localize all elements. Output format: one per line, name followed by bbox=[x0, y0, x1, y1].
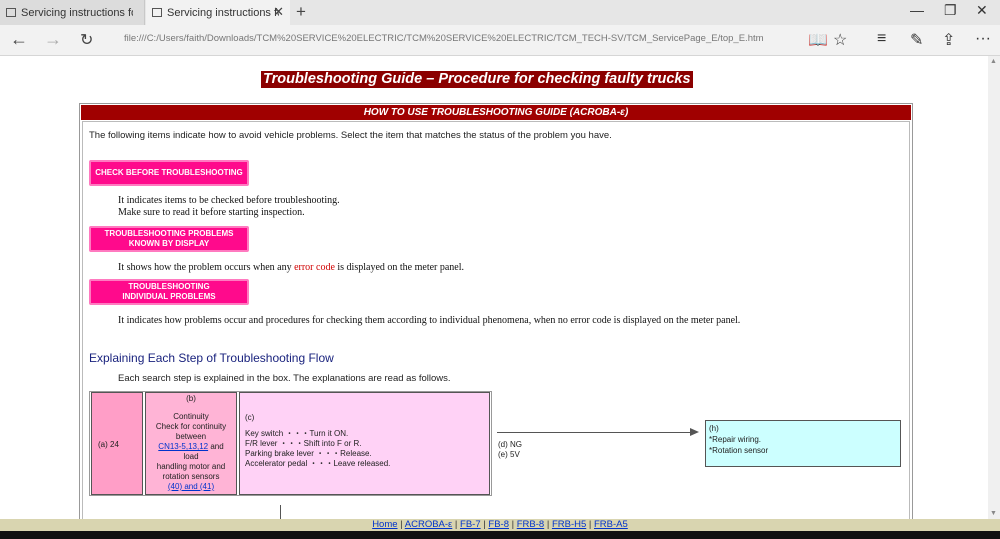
reading-view-icon[interactable]: 📖 bbox=[808, 30, 828, 50]
footer-link-frba5[interactable]: FRB-A5 bbox=[594, 519, 628, 530]
nav-bar: ← → ↻ file:///C:/Users/faith/Downloads/T… bbox=[0, 25, 1000, 56]
more-icon[interactable]: ··· bbox=[975, 30, 991, 48]
flow-arrow-line bbox=[497, 432, 695, 433]
footer-nav: Home | ACROBA-ε | FB-7 | FB-8 | FRB-8 | … bbox=[0, 519, 1000, 531]
sensor-link[interactable]: (40) and (41) bbox=[146, 482, 236, 492]
scrollbar[interactable]: ▲ ▼ bbox=[988, 56, 1000, 519]
page-title: Troubleshooting Guide – Procedure for ch… bbox=[261, 71, 693, 88]
flow-cell-b-line3: between bbox=[175, 432, 207, 441]
individual-problems-button[interactable]: TROUBLESHOOTING INDIVIDUAL PROBLEMS bbox=[89, 279, 249, 305]
tab-2-label: Servicing instructions for bbox=[167, 6, 279, 19]
flow-section-title: Explaining Each Step of Troubleshooting … bbox=[89, 351, 334, 365]
footer-link-acroba[interactable]: ACROBA-ε bbox=[405, 519, 453, 530]
display-desc: It shows how the problem occurs when any… bbox=[118, 262, 464, 273]
by-display-label-2: KNOWN BY DISPLAY bbox=[128, 239, 210, 248]
check-before-troubleshooting-button[interactable]: CHECK BEFORE TROUBLESHOOTING bbox=[89, 160, 249, 186]
ng-label: (d) NG bbox=[498, 440, 522, 449]
flow-cell-b: (b) Continuity Check for continuity betw… bbox=[145, 392, 237, 495]
flow-cell-c-line1: Key switch ・・・Turn it ON. bbox=[245, 429, 349, 438]
footer-link-home[interactable]: Home bbox=[372, 519, 397, 530]
individual-label-2: INDIVIDUAL PROBLEMS bbox=[122, 292, 216, 301]
individual-label-1: TROUBLESHOOTING bbox=[128, 282, 210, 291]
tab-1-label: Servicing instructions for elec bbox=[21, 6, 133, 19]
flow-cell-c-tag: (c) bbox=[245, 413, 255, 422]
scroll-down-icon[interactable]: ▼ bbox=[990, 510, 997, 517]
footer-link-fb8[interactable]: FB-8 bbox=[488, 519, 509, 530]
flow-vertical-line bbox=[280, 505, 281, 519]
back-icon[interactable]: ← bbox=[10, 29, 28, 50]
close-tab-icon[interactable]: ✕ bbox=[273, 4, 284, 20]
intro-text: The following items indicate how to avoi… bbox=[89, 130, 612, 141]
display-desc-pre: It shows how the problem occurs when any bbox=[118, 262, 295, 273]
tab-2[interactable]: Servicing instructions for ✕ bbox=[146, 0, 290, 25]
maximize-icon[interactable]: ❐ bbox=[944, 2, 957, 19]
flow-cell-b-tag: (b) bbox=[186, 394, 196, 403]
forward-icon[interactable]: → bbox=[44, 29, 62, 50]
check-desc-1: It indicates items to be checked before … bbox=[118, 195, 340, 206]
new-tab-icon[interactable]: + bbox=[296, 2, 306, 22]
error-code-text: error code bbox=[294, 262, 335, 273]
flow-cell-b-line1: Continuity bbox=[173, 412, 209, 421]
web-note-icon[interactable]: ✎ bbox=[910, 30, 923, 50]
footer-link-fb7[interactable]: FB-7 bbox=[460, 519, 481, 530]
flow-cell-a-text: (a) 24 bbox=[98, 440, 119, 449]
flow-intro: Each search step is explained in the box… bbox=[118, 373, 451, 384]
result-box: (h) *Repair wiring. *Rotation sensor bbox=[705, 420, 901, 467]
flow-cell-b-line6: rotation sensors bbox=[162, 472, 220, 481]
flow-cell-b-line5: handling motor and bbox=[156, 462, 226, 471]
check-before-label: CHECK BEFORE TROUBLESHOOTING bbox=[95, 168, 243, 177]
flow-cell-b-line2: Check for continuity bbox=[155, 422, 227, 431]
address-bar[interactable]: file:///C:/Users/faith/Downloads/TCM%20S… bbox=[124, 33, 804, 44]
scroll-up-icon[interactable]: ▲ bbox=[990, 58, 997, 65]
flow-cell-a: (a) 24 bbox=[91, 392, 143, 495]
result-tag: (h) bbox=[709, 424, 719, 433]
individual-desc: It indicates how problems occur and proc… bbox=[118, 315, 741, 326]
result-line1: *Repair wiring. bbox=[709, 435, 762, 444]
tab-bar: Servicing instructions for elec Servicin… bbox=[0, 0, 1000, 25]
connector-link[interactable]: CN13-5,13,12 bbox=[158, 442, 208, 451]
hub-icon[interactable]: ≡ bbox=[877, 30, 886, 48]
check-desc-2: Make sure to read it before starting ins… bbox=[118, 207, 305, 218]
page-icon bbox=[152, 8, 162, 17]
taskbar bbox=[0, 531, 1000, 539]
problems-by-display-button[interactable]: TROUBLESHOOTING PROBLEMS KNOWN BY DISPLA… bbox=[89, 226, 249, 252]
display-desc-post: is displayed on the meter panel. bbox=[334, 262, 465, 273]
flow-cell-b-and: and bbox=[208, 442, 224, 451]
flow-example-box: (a) 24 (b) Continuity Check for continui… bbox=[89, 391, 492, 496]
guide-header: HOW TO USE TROUBLESHOOTING GUIDE (ACROBA… bbox=[81, 105, 911, 120]
flow-arrow-head bbox=[690, 428, 699, 436]
tab-1[interactable]: Servicing instructions for elec bbox=[0, 0, 145, 25]
minimize-icon[interactable]: — bbox=[910, 2, 924, 18]
result-line2: *Rotation sensor bbox=[709, 446, 769, 455]
flow-cell-c: (c) Key switch ・・・Turn it ON. F/R lever … bbox=[239, 392, 490, 495]
page-icon bbox=[6, 8, 16, 17]
refresh-icon[interactable]: ↻ bbox=[80, 30, 93, 50]
flow-cell-c-line4: Accelerator pedal ・・・Leave released. bbox=[245, 459, 391, 468]
flow-cell-c-line3: Parking brake lever ・・・Release. bbox=[245, 449, 372, 458]
share-icon[interactable]: ⇪ bbox=[942, 30, 955, 50]
footer-link-frb8[interactable]: FRB-8 bbox=[517, 519, 544, 530]
footer-link-frbh5[interactable]: FRB-H5 bbox=[552, 519, 586, 530]
favorite-star-icon[interactable]: ☆ bbox=[833, 30, 847, 50]
by-display-label-1: TROUBLESHOOTING PROBLEMS bbox=[104, 229, 234, 238]
voltage-label: (e) 5V bbox=[498, 450, 520, 459]
flow-cell-b-line4: load bbox=[183, 452, 199, 461]
close-window-icon[interactable]: ✕ bbox=[976, 2, 988, 19]
flow-cell-c-line2: F/R lever ・・・Shift into F or R. bbox=[245, 439, 362, 448]
